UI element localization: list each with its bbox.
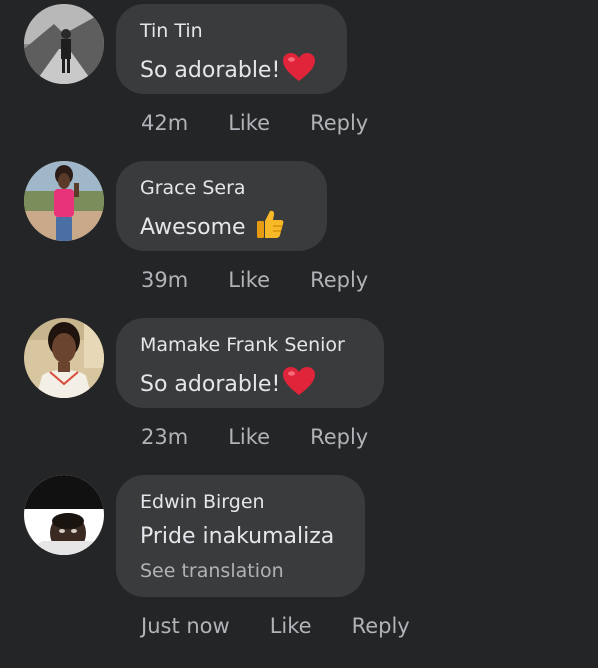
comment-bubble[interactable]: Tin Tin So adorable! (116, 4, 347, 94)
reply-button[interactable]: Reply (352, 613, 410, 639)
comment-text-content: So adorable! (140, 372, 281, 397)
avatar[interactable] (24, 318, 104, 398)
comment-actions: 39m Like Reply (141, 267, 368, 293)
like-button[interactable]: Like (228, 110, 270, 136)
see-translation-link[interactable]: See translation (140, 559, 341, 583)
comment-text-content: Pride inakumaliza (140, 524, 335, 549)
comment-bubble[interactable]: Grace Sera Awesome (116, 161, 327, 251)
comment-author[interactable]: Grace Sera (140, 176, 303, 200)
reply-button[interactable]: Reply (310, 110, 368, 136)
thumbs-up-icon (256, 209, 284, 247)
avatar-photo (24, 318, 104, 398)
avatar-photo (24, 4, 104, 84)
comment-bubble[interactable]: Mamake Frank Senior So adorable! (116, 318, 384, 408)
avatar-photo (24, 161, 104, 241)
comment-text-content: So adorable! (140, 58, 281, 83)
avatar[interactable] (24, 161, 104, 241)
comment-actions: 42m Like Reply (141, 110, 368, 136)
comment-timestamp[interactable]: 39m (141, 267, 188, 293)
heart-icon (282, 366, 316, 404)
comment-timestamp[interactable]: 42m (141, 110, 188, 136)
comment-text-content: Awesome (140, 215, 246, 240)
comment-bubble[interactable]: Edwin Birgen Pride inakumaliza See trans… (116, 475, 365, 597)
comment-author[interactable]: Mamake Frank Senior (140, 333, 360, 357)
comment-text: Awesome (140, 209, 303, 247)
comment-text: Pride inakumaliza (140, 523, 341, 551)
avatar[interactable] (24, 475, 104, 555)
like-button[interactable]: Like (270, 613, 312, 639)
comment-author[interactable]: Tin Tin (140, 19, 323, 43)
comment-actions: 23m Like Reply (141, 424, 368, 450)
comment-author[interactable]: Edwin Birgen (140, 490, 341, 514)
comment-text: So adorable! (140, 52, 323, 90)
avatar-photo (24, 475, 104, 555)
reply-button[interactable]: Reply (310, 424, 368, 450)
reply-button[interactable]: Reply (310, 267, 368, 293)
heart-icon (282, 52, 316, 90)
comment-text: So adorable! (140, 366, 360, 404)
comment-timestamp[interactable]: Just now (141, 613, 230, 639)
like-button[interactable]: Like (228, 267, 270, 293)
comment-timestamp[interactable]: 23m (141, 424, 188, 450)
comment-actions: Just now Like Reply (141, 613, 410, 639)
avatar[interactable] (24, 4, 104, 84)
like-button[interactable]: Like (228, 424, 270, 450)
